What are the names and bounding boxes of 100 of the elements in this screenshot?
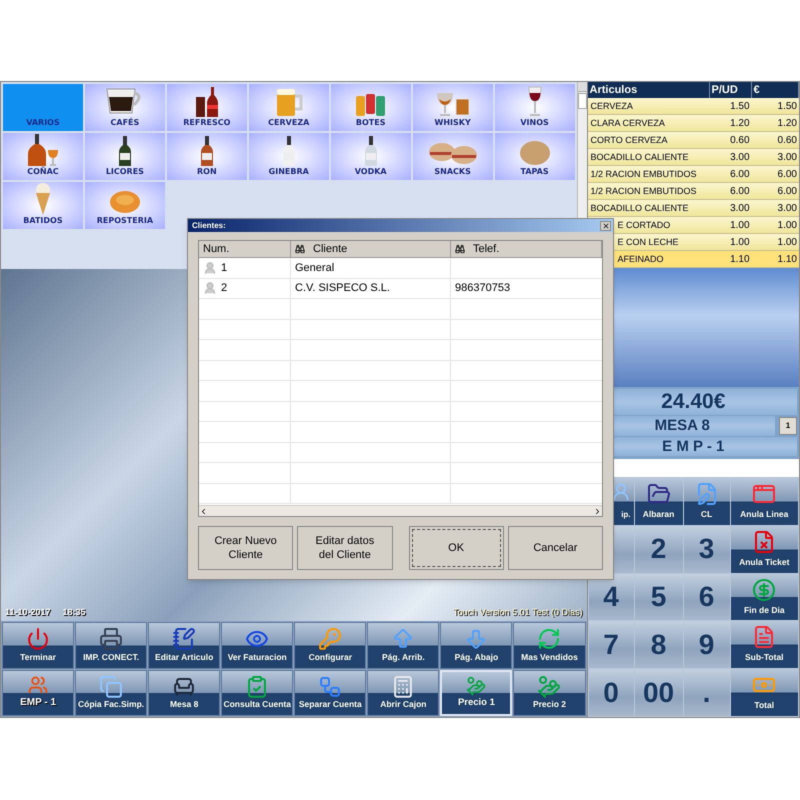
horizontal-scrollbar[interactable]	[199, 505, 602, 516]
table-cell-text: BOCADILLO CALIENTE	[590, 151, 689, 164]
toolbar-button[interactable]: Ver Faturacion	[221, 622, 294, 668]
category-button[interactable]: BOTES	[330, 84, 411, 131]
article-row[interactable]: CERVEZA 1.50 1.50	[588, 98, 799, 115]
dialog-button[interactable]: OK	[408, 526, 504, 570]
category-button[interactable]: SNACKS	[412, 133, 493, 180]
digit-key[interactable]: 4	[588, 574, 634, 620]
article-row[interactable]: 1/2 RACION EMBUTIDOS 6.00 6.00	[588, 183, 799, 200]
digit-key[interactable]: 0	[588, 669, 634, 716]
toolbar-button[interactable]: Precio 1	[440, 670, 512, 716]
category-button[interactable]: VINOS	[494, 84, 575, 131]
toolbar-button[interactable]: Mesa 8	[148, 670, 220, 716]
toolbar-button[interactable]: Terminar	[2, 622, 74, 668]
table-cell-text: 3.00	[776, 202, 798, 216]
column-header[interactable]: Cliente	[291, 241, 451, 258]
category-button[interactable]: GINEBRA	[248, 133, 329, 180]
category-button[interactable]: BATIDOS	[3, 182, 83, 229]
category-button[interactable]: VODKA	[330, 133, 411, 180]
table-cell-text: 2	[221, 281, 228, 296]
counter-button[interactable]: 1	[779, 417, 797, 436]
dialog-button[interactable]: Editar datos del Cliente	[297, 526, 392, 570]
article-row[interactable]: 1/2 RACION EMBUTIDOS 6.00 6.00	[588, 166, 799, 183]
table-cell-text: 1.50	[729, 100, 751, 114]
table-cell-text: 6.00	[729, 168, 751, 182]
dialog-title: Clientes:	[192, 220, 226, 232]
dollar-icon	[752, 578, 776, 602]
toolbar-button[interactable]: Editar Articulo	[148, 622, 220, 668]
toolbar-button[interactable]: Consulta Cuenta	[221, 670, 294, 716]
function-key[interactable]: Anula Linea	[730, 478, 798, 525]
digit-key[interactable]: 9	[684, 621, 730, 668]
toolbar-button[interactable]: Precio 2	[513, 670, 586, 716]
person-icon	[203, 281, 217, 296]
table-cell-text: 6.00	[776, 185, 798, 199]
function-key[interactable]: Fin de Dia	[730, 574, 798, 620]
table-cell-text: 6.00	[776, 168, 798, 182]
hand-money-icon	[464, 676, 488, 696]
category-button[interactable]: TAPAS	[494, 133, 575, 180]
digit-key[interactable]: 2	[634, 526, 683, 573]
digit-key[interactable]: 6	[684, 574, 730, 620]
toolbar-button[interactable]: IMP. CONECT.	[75, 622, 148, 668]
soda-bottles-icon	[194, 87, 220, 117]
digit-key[interactable]: .	[684, 669, 730, 716]
column-header[interactable]: Telef.	[451, 241, 602, 258]
toolbar-button[interactable]: Pág. Abajo	[440, 622, 512, 668]
table-cell-text: 986370753	[455, 281, 510, 296]
category-button[interactable]: RON	[166, 133, 247, 180]
table-cell-text: 1	[221, 260, 228, 276]
function-key[interactable]: CL	[684, 478, 730, 525]
toolbar-button[interactable]: Configurar	[294, 622, 366, 668]
category-button[interactable]: REFRESCO	[166, 84, 247, 131]
category-button[interactable]: VARIOS	[3, 84, 83, 131]
date-text: 11-10-2017	[5, 606, 51, 618]
toolbar-button[interactable]: Cópia Fac.Simp.	[75, 670, 148, 716]
toolbar-button[interactable]: Mas Vendidos	[513, 622, 586, 668]
scroll-left-icon	[199, 506, 208, 516]
category-button[interactable]: LICORES	[84, 133, 165, 180]
refresh-icon	[537, 627, 562, 651]
table-cell-text: 1/2 RACION EMBUTIDOS	[590, 185, 697, 198]
article-row[interactable]: BOCADILLO CALIENTE 3.00 3.00	[588, 200, 799, 217]
toolbar-button[interactable]: Abrir Cajon	[367, 670, 440, 716]
close-button[interactable]	[600, 220, 611, 230]
digit-key[interactable]: 7	[588, 621, 634, 668]
function-key[interactable]: Albaran	[634, 478, 683, 525]
notebook-pen-icon	[172, 627, 196, 651]
digit-key[interactable]: 8	[634, 621, 683, 668]
digit-key[interactable]: 5	[634, 574, 683, 620]
search-icon	[295, 244, 305, 254]
table-cell-text: 0.60	[729, 134, 751, 148]
dialog-button[interactable]: Crear Nuevo Cliente	[198, 526, 294, 570]
documents-icon	[99, 674, 124, 698]
category-button[interactable]: CERVEZA	[248, 84, 329, 131]
bottle-icon	[282, 136, 295, 166]
category-button[interactable]: WHISKY	[412, 84, 493, 131]
digit-key[interactable]: 00	[634, 669, 683, 716]
table-cell-text: 1.00	[776, 236, 798, 250]
category-button[interactable]: REPOSTERIA	[84, 182, 165, 229]
table-cell-text: 1.00	[776, 219, 798, 233]
category-button[interactable]: COÑAC	[3, 133, 83, 180]
function-key[interactable]: Total	[730, 669, 798, 716]
article-row[interactable]: CORTO CERVEZA 0.60 0.60	[588, 132, 799, 149]
table-cell-text: 1.10	[776, 253, 798, 267]
article-row[interactable]: CLARA CERVEZA 1.20 1.20	[588, 115, 799, 132]
table-cell-text: 1.10	[729, 253, 751, 267]
power-icon	[26, 627, 50, 651]
function-key[interactable]: Sub-Total	[730, 621, 798, 668]
table-cell-text: 6.00	[729, 185, 751, 199]
column-header[interactable]: Num.	[199, 241, 291, 258]
bottle-icon	[200, 136, 213, 166]
toolbar-button[interactable]: EMP - 1	[2, 670, 74, 716]
article-row[interactable]: BOCADILLO CALIENTE 3.00 3.00	[588, 149, 799, 166]
version-text: Touch Version 5.01 Test (0 Dias)	[453, 606, 583, 619]
digit-key[interactable]: 3	[684, 526, 730, 573]
function-key[interactable]: Anula Ticket	[730, 526, 798, 573]
search-icon	[455, 244, 465, 254]
toolbar-button[interactable]: Separar Cuenta	[294, 670, 366, 716]
category-button[interactable]: CAFÉS	[84, 84, 165, 131]
toolbar-button[interactable]: Pág. Arrib.	[367, 622, 440, 668]
people-icon	[28, 674, 48, 694]
dialog-button[interactable]: Cancelar	[508, 526, 603, 570]
